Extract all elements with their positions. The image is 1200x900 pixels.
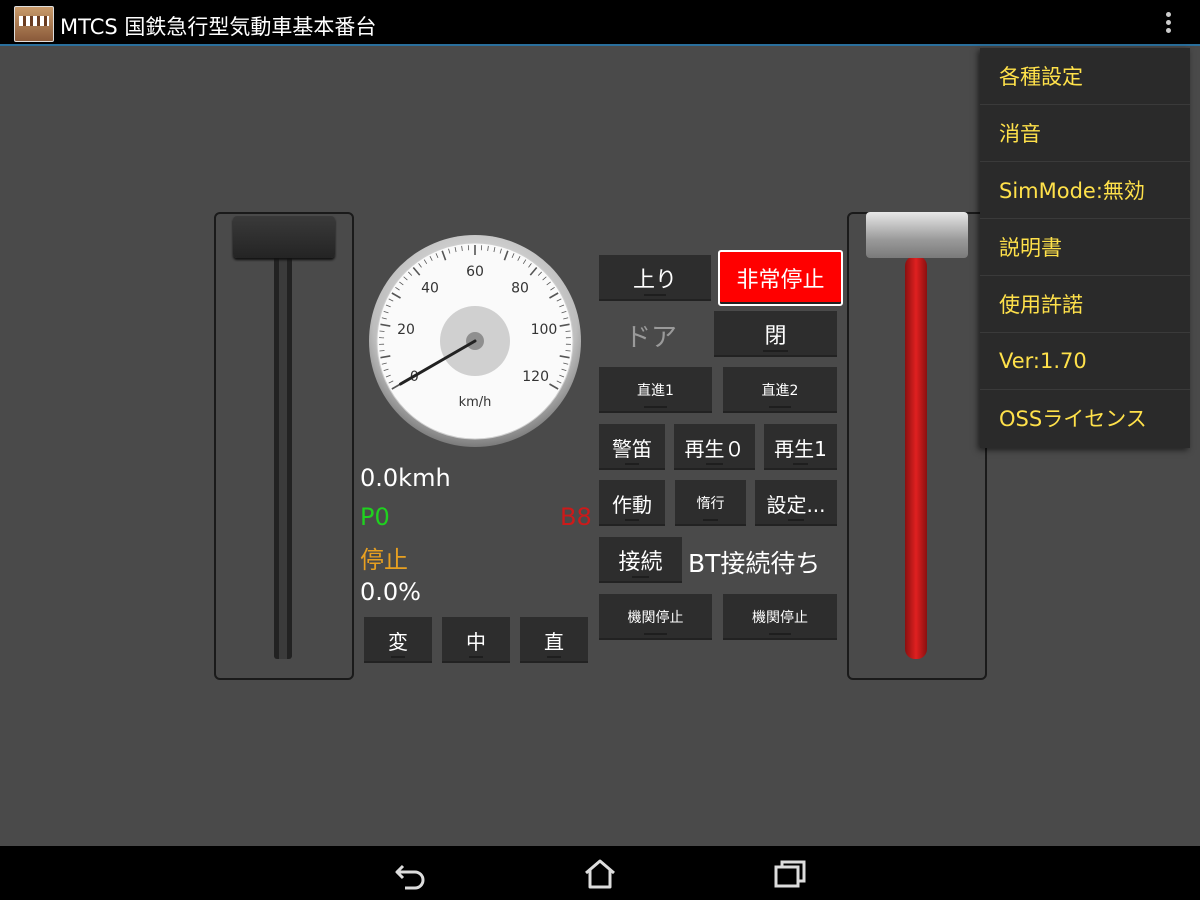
brake-lever-rail — [905, 256, 927, 659]
reverser-neutral-button[interactable]: 中 — [442, 617, 510, 663]
connect-button[interactable]: 接続 — [599, 537, 682, 583]
gauge-tick-label: 40 — [421, 280, 439, 296]
door-label: ドア — [625, 323, 678, 353]
engine-stop-button-2[interactable]: 機関停止 — [723, 594, 837, 640]
menu-item-mute[interactable]: 消音 — [980, 105, 1190, 162]
menu-item-oss-license[interactable]: OSSライセンス — [980, 390, 1190, 446]
gauge-tick — [565, 330, 571, 332]
coast-button[interactable]: 惰行 — [675, 480, 746, 526]
power-lever[interactable] — [214, 212, 354, 680]
gauge-tick — [379, 350, 385, 352]
brake-lever-handle[interactable] — [866, 212, 968, 258]
direct2-button[interactable]: 直進2 — [723, 367, 837, 413]
percent-readout: 0.0% — [360, 578, 421, 606]
speedometer: 020406080100120 km/h — [369, 235, 581, 447]
menu-item-version[interactable]: Ver:1.70 — [980, 333, 1190, 390]
reverser-change-button[interactable]: 変 — [364, 617, 432, 663]
menu-item-simmode[interactable]: SimMode:無効 — [980, 162, 1190, 219]
gauge-tick-label: 20 — [397, 322, 415, 338]
emergency-stop-button[interactable]: 非常停止 — [718, 250, 843, 306]
gauge-tick — [565, 350, 571, 352]
menu-item-settings[interactable]: 各種設定 — [980, 48, 1190, 105]
train-app-icon — [14, 6, 54, 42]
home-icon[interactable] — [582, 858, 618, 890]
power-lever-handle[interactable] — [233, 216, 335, 258]
overflow-menu-icon[interactable] — [1162, 12, 1174, 36]
settings-button[interactable]: 設定... — [755, 480, 837, 526]
play1-button[interactable]: 再生1 — [764, 424, 837, 470]
app-title: MTCS 国鉄急行型気動車基本番台 — [60, 15, 377, 39]
direction-button[interactable]: 上り — [599, 255, 711, 301]
gauge-unit-label: km/h — [459, 395, 492, 410]
gauge-tick — [379, 330, 385, 332]
brake-lever[interactable] — [847, 212, 987, 680]
speed-readout: 0.0kmh — [360, 464, 451, 492]
navigation-bar — [0, 846, 1200, 900]
power-lever-rail — [274, 254, 292, 659]
recent-apps-icon[interactable] — [772, 858, 808, 890]
overflow-menu: 各種設定 消音 SimMode:無効 説明書 使用許諾 Ver:1.70 OSS… — [980, 48, 1190, 448]
reverser-direct-button[interactable]: 直 — [520, 617, 588, 663]
door-state-button[interactable]: 閉 — [714, 311, 837, 357]
play0-button[interactable]: 再生０ — [674, 424, 755, 470]
title-bar: MTCS 国鉄急行型気動車基本番台 — [0, 0, 1200, 46]
gauge-tick-label: 100 — [531, 322, 558, 338]
horn-button[interactable]: 警笛 — [599, 424, 665, 470]
engine-stop-button-1[interactable]: 機関停止 — [599, 594, 712, 640]
back-icon[interactable] — [393, 858, 429, 890]
gauge-tick-label: 60 — [466, 264, 484, 280]
direct1-button[interactable]: 直進1 — [599, 367, 712, 413]
action-button[interactable]: 作動 — [599, 480, 665, 526]
menu-item-license[interactable]: 使用許諾 — [980, 276, 1190, 333]
brake-notch-readout: B8 — [560, 503, 592, 531]
bluetooth-status: BT接続待ち — [688, 549, 821, 578]
gauge-tick-label: 80 — [511, 280, 529, 296]
power-notch-readout: P0 — [360, 503, 390, 531]
menu-item-manual[interactable]: 説明書 — [980, 219, 1190, 276]
status-readout: 停止 — [360, 546, 408, 574]
gauge-tick-label: 120 — [522, 369, 549, 385]
